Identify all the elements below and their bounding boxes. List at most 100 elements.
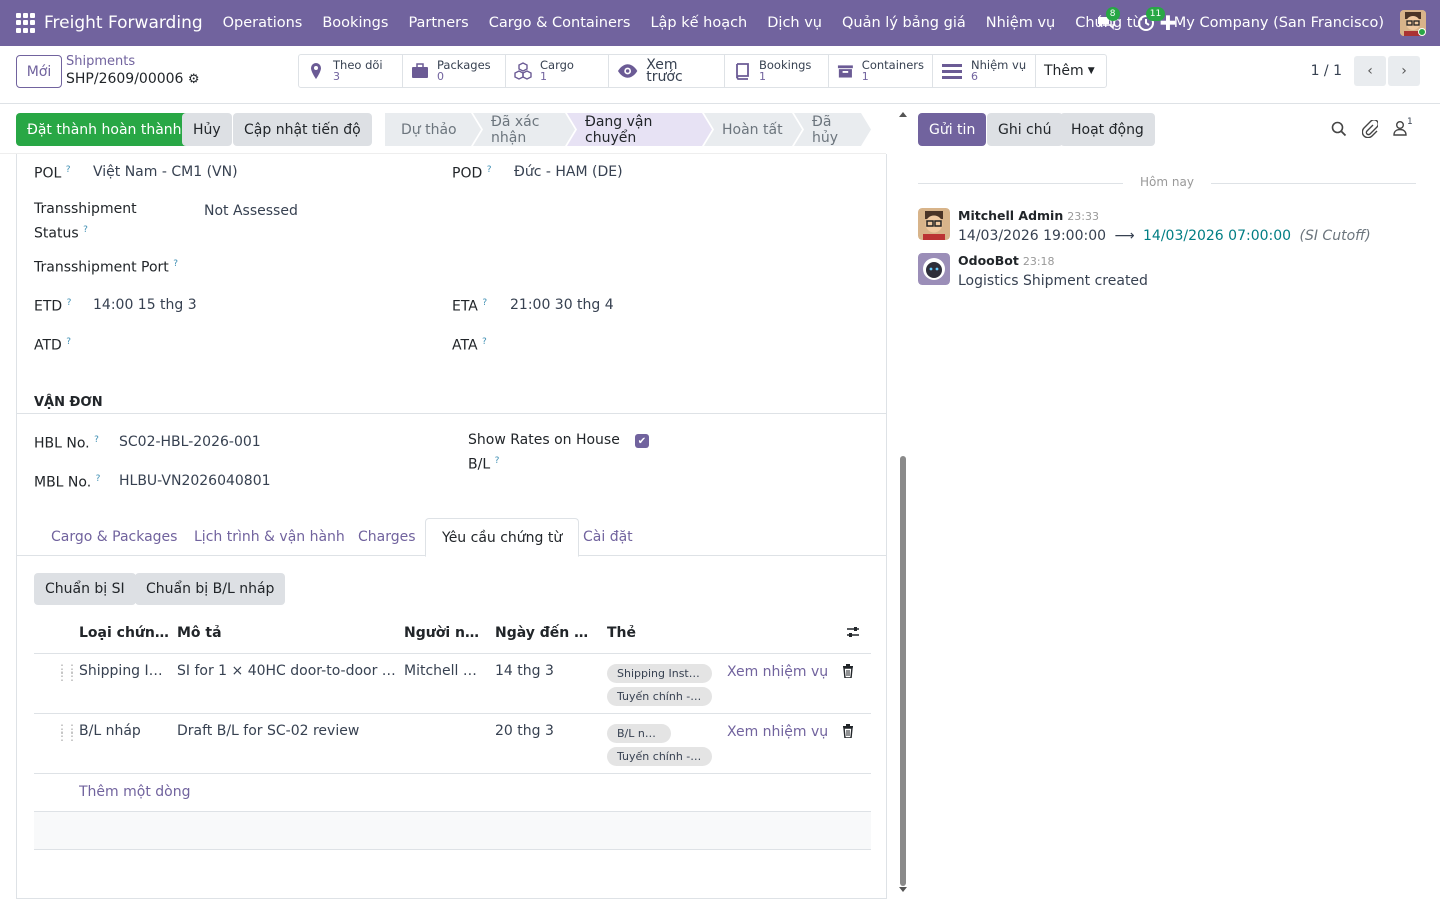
notebook-tabs: Cargo & Packages Lịch trình & vận hành C… [17, 518, 886, 557]
pager-next-button[interactable]: › [1388, 56, 1420, 86]
app-brand[interactable]: Freight Forwarding [44, 13, 203, 33]
section-divider [17, 413, 886, 414]
message-author[interactable]: Mitchell Admin [958, 208, 1063, 223]
main-menu: Operations Bookings Partners Cargo & Con… [213, 15, 1152, 31]
tab-document-requirements[interactable]: Yêu cầu chứng từ [425, 518, 580, 557]
table-row[interactable]: ⋮⋮⋮⋮ Shipping Instruction SI for 1 × 40H… [34, 653, 871, 713]
column-settings-icon[interactable] [846, 625, 860, 643]
activity-clock-icon[interactable]: 11 [1134, 7, 1166, 35]
apps-menu-icon[interactable] [16, 13, 36, 33]
col-assignee[interactable]: Người nhận [404, 617, 486, 649]
new-button[interactable]: Mới [16, 55, 62, 88]
user-avatar[interactable] [1400, 10, 1426, 36]
smart-button-bookings[interactable]: Bookings 1 [725, 55, 829, 87]
smart-label: Xem trước [646, 57, 683, 85]
more-label: Thêm [1044, 63, 1084, 79]
show-rates-checkbox[interactable]: ✔ [635, 434, 649, 448]
col-doc-type[interactable]: Loại chứng từ [79, 617, 171, 649]
stage-draft[interactable]: Dự thảo [385, 113, 481, 146]
menu-cargo-containers[interactable]: Cargo & Containers [479, 15, 641, 31]
smart-label: Packages [437, 58, 491, 72]
tracking-value-change: 14/03/2026 19:00:00 ⟶ 14/03/2026 07:00:0… [958, 228, 1371, 244]
table-row[interactable]: ⋮⋮ ⋮⋮ B/L nháp Draft B/L for SC-02 review… [34, 713, 871, 773]
smart-button-containers[interactable]: Containers 1 [829, 55, 933, 87]
eta-value[interactable]: 21:00 30 thg 4 [510, 297, 614, 313]
col-tags[interactable]: Thẻ [607, 617, 667, 649]
smart-button-packages[interactable]: Packages 0 [403, 55, 506, 87]
send-message-button[interactable]: Gửi tin [918, 113, 987, 146]
menu-bookings[interactable]: Bookings [312, 15, 398, 31]
message-author[interactable]: OdooBot [958, 253, 1019, 268]
message-body: Logistics Shipment created [958, 273, 1148, 289]
form-scrollbar[interactable] [898, 110, 908, 895]
smart-button-follow[interactable]: Theo dõi 3 [299, 55, 403, 87]
update-progress-button[interactable]: Cập nhật tiến độ [233, 113, 372, 146]
add-line-row: Thêm một dòng [34, 773, 871, 811]
messages-icon[interactable]: 8 [1094, 7, 1120, 35]
menu-services[interactable]: Dịch vụ [757, 15, 832, 31]
trash-icon[interactable] [842, 724, 854, 738]
mark-done-button[interactable]: Đặt thành hoàn thành [16, 113, 193, 146]
menu-operations[interactable]: Operations [213, 15, 313, 31]
gear-icon[interactable]: ⚙ [188, 72, 200, 87]
menu-tasks[interactable]: Nhiệm vụ [976, 15, 1066, 31]
paperclip-icon[interactable] [1361, 119, 1379, 142]
cell-due-date: 14 thg 3 [495, 663, 554, 679]
log-note-button[interactable]: Ghi chú [987, 113, 1063, 146]
col-description[interactable]: Mô tả [177, 617, 397, 649]
cell-doc-type: B/L nháp [79, 723, 141, 739]
trash-icon[interactable] [842, 664, 854, 678]
caret-down-icon: ▼ [1087, 66, 1095, 76]
followers-button[interactable]: 1 [1393, 117, 1413, 136]
form-sheet: POL ? Việt Nam - CM1 (VN) POD ? Đức - HA… [16, 154, 887, 899]
author-avatar[interactable] [918, 208, 950, 240]
drag-handle-icon[interactable]: ⋮⋮ ⋮⋮ [56, 723, 78, 742]
mbl-value[interactable]: HLBU-VN2026040801 [119, 473, 271, 489]
book-icon [736, 63, 749, 80]
activity-button[interactable]: Hoạt động [1060, 113, 1155, 146]
col-due-date[interactable]: Ngày đến hạn [495, 617, 595, 649]
map-pin-icon [311, 63, 321, 79]
menu-partners[interactable]: Partners [398, 15, 478, 31]
stage-confirmed[interactable]: Đã xác nhận [473, 113, 575, 146]
pager-value[interactable]: 1 / 1 [1311, 63, 1342, 79]
pod-value[interactable]: Đức - HAM (DE) [514, 164, 623, 180]
add-line-link[interactable]: Thêm một dòng [79, 784, 190, 800]
view-task-link[interactable]: Xem nhiệm vụ [727, 664, 828, 680]
ata-label: ATA ? [452, 337, 487, 354]
view-task-link[interactable]: Xem nhiệm vụ [727, 724, 828, 740]
breadcrumb-parent[interactable]: Shipments [66, 54, 200, 70]
smart-value: 3 [333, 70, 340, 83]
tab-settings[interactable]: Cài đặt [583, 518, 633, 556]
eye-icon [617, 64, 638, 78]
menu-planning[interactable]: Lập kế hoạch [640, 15, 757, 31]
smart-more-dropdown[interactable]: Thêm ▼ [1036, 55, 1106, 87]
hbl-value[interactable]: SC02-HBL-2026-001 [119, 434, 261, 450]
empty-row [34, 811, 871, 849]
cancel-button[interactable]: Hủy [182, 113, 232, 146]
tab-schedule-operations[interactable]: Lịch trình & vận hành [194, 518, 345, 556]
prepare-draft-bl-button[interactable]: Chuẩn bị B/L nháp [135, 573, 286, 605]
company-switcher[interactable]: My Company (San Francisco) [1174, 15, 1384, 31]
stage-done[interactable]: Hoàn tất [704, 113, 802, 146]
transshipment-status-value[interactable]: Not Assessed [204, 203, 298, 219]
drag-handle-icon[interactable]: ⋮⋮ ⋮⋮ [56, 663, 78, 682]
menu-pricelist[interactable]: Quản lý bảng giá [832, 15, 976, 31]
stage-cancelled[interactable]: Đã hủy [794, 113, 871, 146]
activity-badge: 11 [1145, 7, 1166, 21]
smart-button-cargo[interactable]: Cargo 1 [506, 55, 609, 87]
tab-cargo-packages[interactable]: Cargo & Packages [51, 518, 177, 556]
message-time: 23:33 [1067, 210, 1099, 223]
smart-label: Containers [861, 58, 924, 72]
stage-in-transit[interactable]: Đang vận chuyển [567, 113, 712, 146]
pager-prev-button[interactable]: ‹ [1354, 56, 1386, 86]
cell-doc-type: Shipping Instruction [79, 663, 167, 679]
search-icon[interactable] [1331, 121, 1347, 141]
odoobot-avatar[interactable] [918, 253, 950, 285]
tab-charges[interactable]: Charges [358, 518, 416, 556]
etd-value[interactable]: 14:00 15 thg 3 [93, 297, 197, 313]
pol-value[interactable]: Việt Nam - CM1 (VN) [93, 164, 238, 180]
prepare-si-button[interactable]: Chuẩn bị SI [34, 573, 136, 605]
smart-button-preview[interactable]: Xem trước [609, 55, 725, 87]
smart-button-tasks[interactable]: Nhiệm vụ 6 [933, 55, 1036, 87]
